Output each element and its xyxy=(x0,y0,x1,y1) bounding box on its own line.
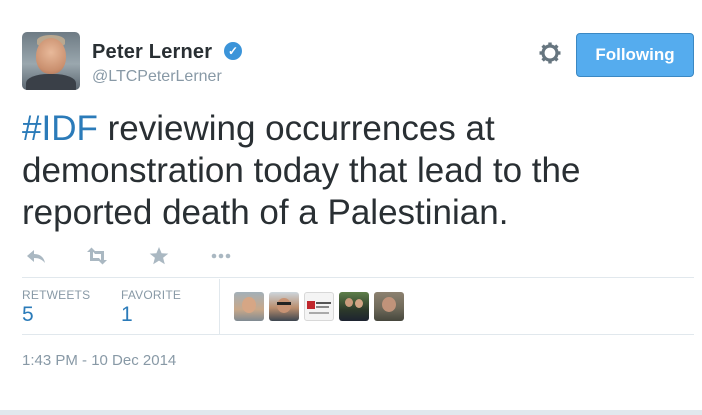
author-avatar[interactable] xyxy=(22,32,80,90)
stats-separator xyxy=(219,279,220,334)
user-avatar[interactable] xyxy=(304,292,334,321)
hashtag-link[interactable]: #IDF xyxy=(22,109,98,148)
gear-icon[interactable] xyxy=(538,41,562,65)
retweet-icon[interactable] xyxy=(84,244,110,268)
tweet-body: reviewing occurrences at demonstration t… xyxy=(22,109,581,232)
favorites-label: FAVORITE xyxy=(121,288,182,302)
retweets-count[interactable]: 5 xyxy=(22,303,34,327)
user-avatar[interactable] xyxy=(269,292,299,321)
bottom-border xyxy=(0,410,702,415)
favorite-icon[interactable] xyxy=(146,244,172,268)
reply-icon[interactable] xyxy=(24,244,50,268)
divider xyxy=(22,277,694,278)
divider xyxy=(22,334,694,335)
avatar-shirt xyxy=(26,74,76,90)
favorites-count[interactable]: 1 xyxy=(121,303,133,327)
avatar-face xyxy=(36,38,66,74)
more-icon[interactable] xyxy=(208,244,234,268)
author-name[interactable]: Peter Lerner xyxy=(92,41,212,64)
retweets-label: RETWEETS xyxy=(22,288,91,302)
verified-badge-icon: ✓ xyxy=(224,42,242,60)
user-avatar[interactable] xyxy=(339,292,369,321)
user-avatar[interactable] xyxy=(234,292,264,321)
following-button[interactable]: Following xyxy=(576,33,694,77)
tweet-timestamp[interactable]: 1:43 PM - 10 Dec 2014 xyxy=(22,352,176,369)
author-handle[interactable]: @LTCPeterLerner xyxy=(92,68,222,86)
user-avatar[interactable] xyxy=(374,292,404,321)
tweet-text: #IDF reviewing occurrences at demonstrat… xyxy=(22,108,682,234)
